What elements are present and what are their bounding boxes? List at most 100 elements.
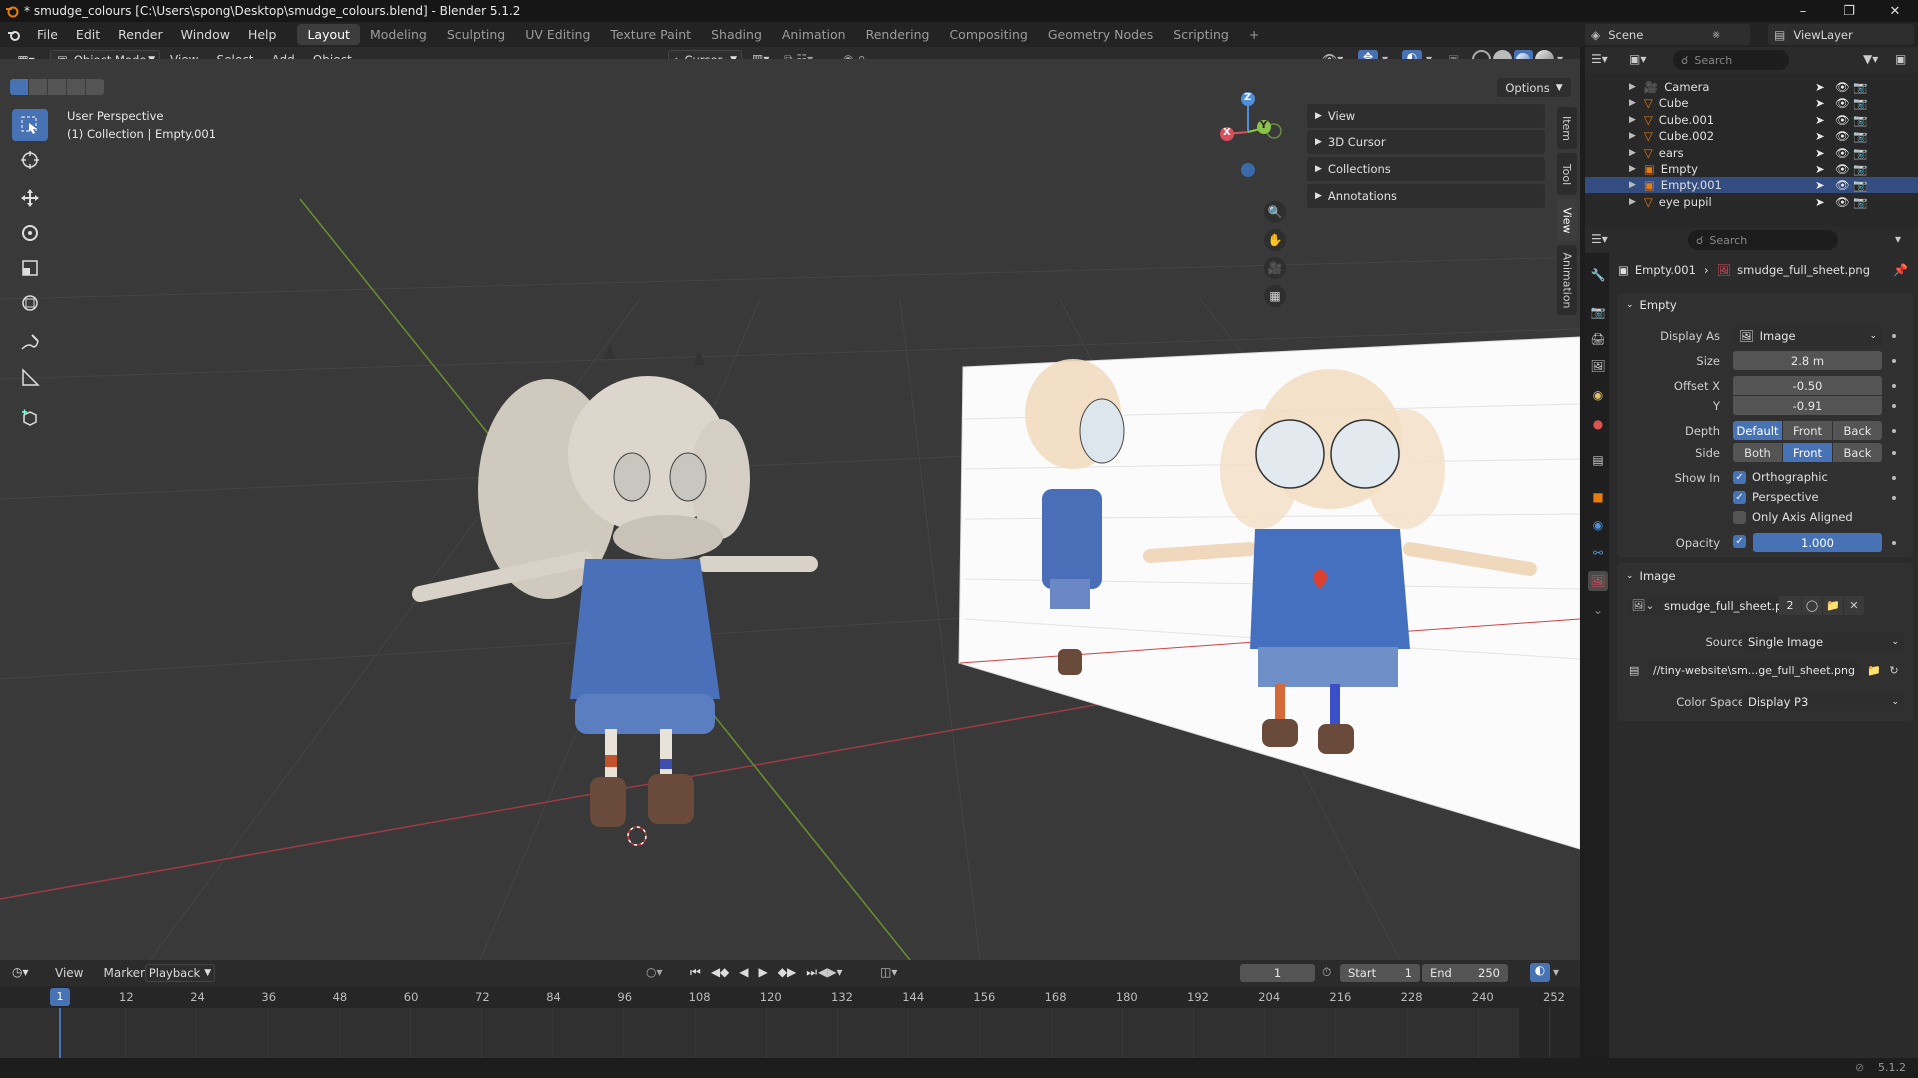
viewlayer-selector[interactable]: ▤ ViewLayer (1768, 24, 1914, 45)
npanel-section-3d-cursor[interactable]: ▶ 3D Cursor (1307, 130, 1545, 154)
stopwatch-icon[interactable]: ⏱ (1322, 965, 1331, 980)
physics-properties-icon[interactable]: ◉ (1588, 515, 1608, 535)
outliner-row[interactable]: ▶ ▽ Cube.002 ➤ 👁 📷 (1585, 128, 1918, 144)
keyframe-dot-icon[interactable] (1892, 476, 1896, 480)
pin-icon[interactable]: 📌 (1893, 263, 1908, 277)
select-arrow-icon[interactable]: ➤ (1815, 195, 1825, 209)
chevron-right-icon[interactable]: ▶ (1629, 164, 1636, 174)
chevron-right-icon[interactable]: ▶ (1629, 131, 1636, 141)
depth-front-button[interactable]: Front (1783, 421, 1832, 440)
transform-tool-icon[interactable] (12, 287, 48, 319)
prev-next-jump-icon[interactable]: ◀▶▾ (818, 965, 842, 979)
outliner-row[interactable]: ▶ ▽ eye pupil ➤ 👁 📷 (1585, 194, 1918, 210)
chevron-down-icon[interactable]: ▾ (1553, 965, 1559, 979)
select-arrow-icon[interactable]: ➤ (1815, 162, 1825, 176)
camera-render-icon[interactable]: 📷 (1853, 178, 1867, 192)
only-axis-aligned-checkbox[interactable]: Only Axis Aligned (1733, 510, 1853, 524)
source-dropdown[interactable]: Single Image ⌄ (1742, 632, 1904, 651)
outliner-editor-icon[interactable]: ☰▾ (1591, 52, 1608, 66)
keyframe-dot-icon[interactable] (1892, 384, 1896, 388)
eye-icon[interactable]: 👁 (1835, 162, 1850, 176)
menu-file[interactable]: File (28, 22, 67, 47)
select-extend-icon[interactable] (29, 79, 47, 95)
tab-scripting[interactable]: Scripting (1163, 24, 1239, 45)
measure-tool-icon[interactable] (12, 362, 48, 394)
select-arrow-icon[interactable]: ➤ (1815, 146, 1825, 160)
tab-uv-editing[interactable]: UV Editing (515, 24, 600, 45)
keyframe-dot-icon[interactable] (1892, 496, 1896, 500)
outliner-row[interactable]: ▶ ▣ Empty.001 ➤ 👁 📷 (1585, 177, 1918, 194)
select-arrow-icon[interactable]: ➤ (1815, 80, 1825, 94)
eye-icon[interactable]: 👁 (1835, 80, 1850, 94)
npanel-section-view[interactable]: ▶ View (1307, 104, 1545, 128)
scale-tool-icon[interactable] (12, 252, 48, 284)
offset-y-field[interactable]: -0.91 (1733, 396, 1882, 415)
object-properties-icon[interactable]: ■ (1588, 487, 1608, 507)
eye-icon[interactable]: 👁 (1835, 96, 1850, 110)
eye-icon[interactable]: 👁 (1835, 129, 1850, 143)
rotate-tool-icon[interactable] (12, 217, 48, 249)
outliner-row[interactable]: ▶ ▣ Empty ➤ 👁 📷 (1585, 161, 1918, 177)
open-folder-icon[interactable]: 📁 (1823, 596, 1843, 615)
depth-default-button[interactable]: Default (1733, 421, 1782, 440)
minimize-icon[interactable]: – (1780, 0, 1826, 22)
camera-render-icon[interactable]: 📷 (1853, 162, 1867, 176)
chevron-down-icon[interactable]: ⌄ (1588, 600, 1608, 620)
properties-editor-icon[interactable]: ☰▾ (1591, 232, 1608, 246)
eye-icon[interactable]: 👁 (1835, 178, 1850, 192)
render-properties-icon[interactable]: 📷 (1588, 302, 1608, 322)
tab-layout[interactable]: Layout (297, 24, 360, 45)
add-workspace-button[interactable]: + (1239, 24, 1269, 45)
pin-icon[interactable]: ⨳ (1713, 27, 1720, 42)
filter-icon[interactable]: ▼▾ (1863, 52, 1878, 66)
zoom-icon[interactable]: 🔍 (1264, 201, 1286, 223)
color-space-dropdown[interactable]: Display P3 ⌄ (1742, 692, 1904, 711)
perspective-toggle-icon[interactable]: ▦ (1264, 285, 1286, 307)
close-icon[interactable]: ✕ (1872, 0, 1918, 22)
blender-menu-icon[interactable] (0, 28, 28, 42)
image-name-field[interactable]: smudge_full_sheet.png (1658, 596, 1797, 615)
reload-icon[interactable]: ↻ (1884, 661, 1904, 680)
3d-viewport[interactable]: User Perspective (1) Collection | Empty.… (0, 59, 1580, 960)
tab-animation[interactable]: Animation (772, 24, 856, 45)
start-frame-field[interactable]: Start 1 (1340, 964, 1420, 982)
camera-render-icon[interactable]: 📷 (1853, 80, 1867, 94)
image-users-count[interactable]: 2 (1779, 596, 1801, 615)
menu-window[interactable]: Window (172, 22, 239, 47)
fake-user-shield-icon[interactable]: ◯ (1802, 596, 1822, 615)
menu-view[interactable]: View (55, 966, 83, 980)
chevron-down-icon[interactable]: ▾ (1895, 232, 1901, 246)
jump-end-icon[interactable]: ⏭ (806, 965, 817, 980)
select-invert-icon[interactable] (67, 79, 85, 95)
chevron-right-icon[interactable]: ▶ (1629, 180, 1636, 190)
tab-shading[interactable]: Shading (701, 24, 772, 45)
orthographic-checkbox[interactable]: ✓ Orthographic (1733, 470, 1828, 484)
properties-search-input[interactable]: ☌ Search (1688, 230, 1838, 250)
keyframe-dot-icon[interactable] (1892, 359, 1896, 363)
size-field[interactable]: 2.8 m (1733, 351, 1882, 370)
prev-keyframe-icon[interactable]: ◀◆ (711, 965, 729, 980)
camera-view-icon[interactable]: 🎥 (1264, 257, 1286, 279)
browse-folder-icon[interactable]: 📁 (1864, 661, 1884, 680)
npanel-section-annotations[interactable]: ▶ Annotations (1307, 184, 1545, 208)
timeline-view-toggle-icon[interactable]: ◐ (1530, 963, 1550, 982)
display-mode-icon[interactable]: ▣▾ (1629, 52, 1646, 66)
chevron-right-icon[interactable]: ▶ (1629, 148, 1636, 158)
tab-geometry-nodes[interactable]: Geometry Nodes (1038, 24, 1163, 45)
keying-icon[interactable]: ○▾ (646, 965, 663, 979)
npanel-section-collections[interactable]: ▶ Collections (1307, 157, 1545, 181)
opacity-slider[interactable]: 1.000 (1753, 533, 1882, 552)
image-panel-header[interactable]: ⌄ Image (1626, 569, 1676, 583)
tab-animation[interactable]: Animation (1557, 245, 1577, 315)
outliner-row[interactable]: ▶ 🎥 Camera ➤ 👁 📷 (1585, 79, 1918, 95)
keyframe-dot-icon[interactable] (1892, 541, 1896, 545)
outliner-row[interactable]: ▶ ▽ Cube.001 ➤ 👁 📷 (1585, 112, 1918, 128)
display-as-dropdown[interactable]: 🖼 Image ⌄ (1733, 326, 1882, 345)
scene-selector[interactable]: ◈ Scene ⨳ (1585, 24, 1750, 45)
select-subtract-icon[interactable] (48, 79, 66, 95)
move-tool-icon[interactable] (12, 182, 48, 214)
new-collection-icon[interactable]: ▣ (1895, 52, 1906, 66)
eye-icon[interactable]: 👁 (1835, 113, 1850, 127)
keyframe-dot-icon[interactable] (1892, 334, 1896, 338)
end-frame-field[interactable]: End 250 (1422, 964, 1508, 982)
